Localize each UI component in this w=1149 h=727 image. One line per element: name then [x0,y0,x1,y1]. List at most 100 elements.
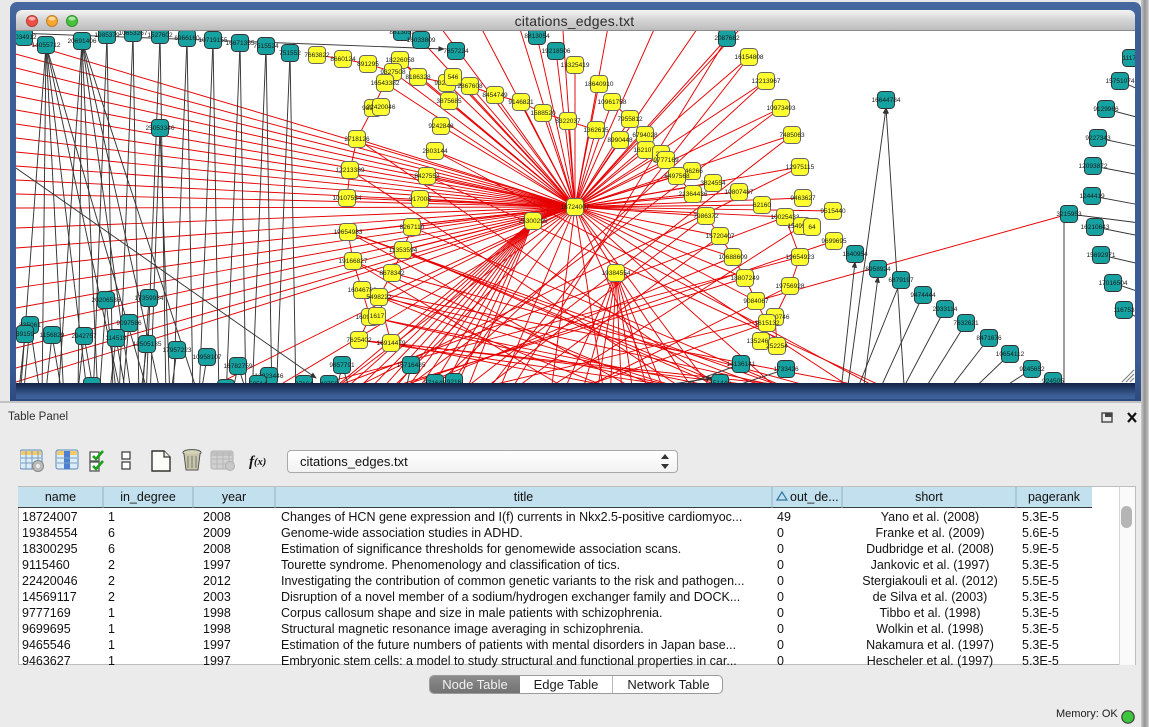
svg-text:546: 546 [448,74,459,81]
svg-text:10653267: 10653267 [119,31,148,37]
svg-text:12213967: 12213967 [752,78,781,85]
svg-text:6497568: 6497568 [664,173,690,180]
svg-text:64: 64 [808,224,816,231]
svg-text:9245652: 9245652 [1019,366,1045,373]
svg-text:9699695: 9699695 [821,238,847,245]
svg-text:12213389: 12213389 [336,167,365,174]
svg-text:11353594: 11353594 [389,247,418,254]
svg-text:14055712: 14055712 [32,42,61,49]
svg-text:1156829: 1156829 [40,332,65,339]
svg-text:16210643: 16210643 [1081,224,1110,231]
svg-text:25300295: 25300295 [519,218,548,225]
svg-text:9216: 9216 [447,379,462,383]
svg-text:9777169: 9777169 [653,157,679,164]
svg-text:7515524: 7515524 [253,43,279,50]
svg-text:7625402: 7625402 [346,337,372,344]
svg-text:10961758: 10961758 [598,99,627,106]
svg-text:9129966: 9129966 [1093,106,1119,113]
svg-text:2718126: 2718126 [344,136,370,143]
svg-text:16644784: 16644784 [872,97,901,104]
svg-text:12093872: 12093872 [1079,163,1108,170]
svg-text:7663822: 7663822 [304,52,330,59]
svg-text:6794028: 6794028 [632,132,658,139]
svg-text:6879197: 6879197 [888,277,914,284]
svg-text:3824554: 3824554 [700,180,726,187]
svg-text:1588520: 1588520 [530,110,556,117]
svg-text:917008: 917008 [409,196,431,203]
svg-text:9463627: 9463627 [790,195,816,202]
svg-text:19218506: 19218506 [542,48,571,55]
svg-text:9097586: 9097586 [116,320,142,327]
svg-text:571648: 571648 [424,380,446,383]
svg-text:1615132: 1615132 [754,320,780,327]
svg-text:11175: 11175 [1122,55,1135,62]
svg-text:50514: 50514 [249,381,267,383]
svg-text:19384554: 19384554 [602,270,631,277]
svg-text:1733426: 1733426 [773,366,799,373]
svg-text:3215953: 3215953 [1056,211,1082,218]
svg-text:8267110: 8267110 [400,224,425,231]
svg-text:17016504: 17016504 [1099,280,1128,287]
svg-text:18724007: 18724007 [561,204,590,211]
svg-text:151440: 151440 [709,380,731,383]
svg-text:751552: 751552 [279,50,301,57]
svg-text:2087682: 2087682 [714,35,740,42]
svg-text:9034912: 9034912 [16,34,37,41]
svg-text:25053346: 25053346 [146,125,175,132]
svg-text:116753: 116753 [1113,307,1135,314]
svg-text:9857791: 9857791 [329,362,355,369]
svg-text:891295: 891295 [357,61,379,68]
svg-text:924505: 924505 [1042,378,1064,383]
svg-text:10719155: 10719155 [199,37,228,44]
svg-text:16782759: 16782759 [224,363,253,370]
svg-text:3875685: 3875685 [436,98,462,105]
svg-text:7632621: 7632621 [953,320,979,327]
svg-text:16543382: 16543382 [371,80,400,87]
svg-text:7857224: 7857224 [443,48,469,55]
svg-text:10654112: 10654112 [996,351,1025,358]
svg-text:20691406: 20691406 [68,38,97,45]
svg-text:8471676: 8471676 [976,335,1002,342]
svg-text:8813054: 8813054 [524,33,550,40]
svg-text:10958107: 10958107 [193,354,222,361]
svg-text:39159: 39159 [16,331,34,338]
svg-text:97164: 97164 [295,381,313,383]
svg-text:252254: 252254 [766,343,788,350]
svg-text:19654983: 19654983 [334,229,363,236]
svg-text:15720407: 15720407 [706,233,735,240]
svg-text:21364436: 21364436 [679,191,708,198]
svg-text:16154808: 16154808 [735,54,764,61]
svg-text:8660124: 8660124 [330,56,356,63]
svg-text:16671355: 16671355 [226,40,255,47]
svg-text:16914479: 16914479 [377,340,406,347]
svg-text:7485063: 7485063 [779,132,805,139]
svg-text:2933114: 2933114 [933,306,958,313]
svg-text:1527602: 1527602 [147,32,173,39]
svg-text:9084067: 9084067 [743,298,769,305]
svg-text:42755: 42755 [320,381,338,383]
svg-text:(x): (x) [254,457,266,468]
svg-text:9242848: 9242848 [428,123,454,130]
svg-text:114519: 114519 [105,335,127,342]
svg-text:18226058: 18226058 [386,57,415,64]
svg-text:5498222: 5498222 [366,294,392,301]
svg-text:1985379: 1985379 [94,32,120,39]
svg-text:10973493: 10973493 [767,105,796,112]
svg-text:18807249: 18807249 [731,275,760,282]
svg-text:19166827: 19166827 [339,258,368,265]
svg-text:9146821: 9146821 [508,99,534,106]
svg-text:1244419: 1244419 [1079,193,1105,200]
svg-text:8678342: 8678342 [379,270,405,277]
svg-text:19654923: 19654923 [786,254,815,261]
svg-text:14136141: 14136141 [727,361,756,368]
svg-text:17359934: 17359934 [135,295,164,302]
svg-text:9474444: 9474444 [910,292,936,299]
svg-text:19756928: 19756928 [776,283,805,290]
svg-text:2942757: 2942757 [71,333,97,340]
svg-text:13325419: 13325419 [561,62,590,69]
svg-text:2803144: 2803144 [422,148,448,155]
svg-text:8813051: 8813051 [389,31,415,36]
svg-text:10688609: 10688609 [719,254,748,261]
svg-text:15716485: 15716485 [397,362,426,369]
svg-text:10107554: 10107554 [333,195,362,202]
